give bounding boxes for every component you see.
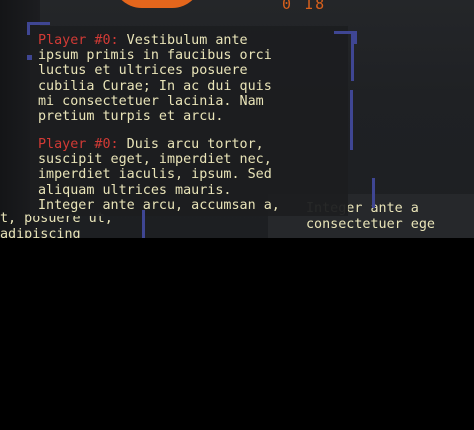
frame-corner-top-left [27,22,50,35]
orange-sprite [112,0,202,8]
background-chat-line: adipiscing [0,227,81,238]
message-line: cubilia Curae; In ac dui quis [38,78,272,94]
background-chat-line: consectetuer ege [306,217,435,232]
message-line: Integer ante arcu, accumsan a, [38,197,280,213]
frame-marker [27,55,32,60]
frame-edge-right [350,90,353,150]
message-line: mi consectetuer lacinia. Nam [38,93,264,109]
top-glyphs: 0 18 [282,0,327,13]
chat-panel: Player #0: Vestibulum ante ipsum primis … [30,26,348,216]
chat-message: Player #0: Duis arcu tortor, suscipit eg… [30,137,280,213]
speaker-name: Player #0: [38,33,119,48]
frame-edge-right [351,31,354,81]
game-scene: 0 18 Integer ante a consectetuer ege t, … [0,0,474,430]
message-line: ipsum primis in faucibus orci [38,48,272,64]
frame-edge-bottom [372,178,375,208]
message-line: Vestibulum ante [118,33,248,48]
message-line: imperdiet iaculis, ipsum. Sed [38,167,272,183]
blank-region [0,238,474,430]
message-line: luctus et ultrices posuere [38,63,248,79]
game-viewport: 0 18 Integer ante a consectetuer ege t, … [0,0,474,238]
message-line: Duis arcu tortor, [118,137,264,152]
speaker-name: Player #0: [38,137,119,152]
frame-edge-bottom [142,210,145,238]
message-line: suscipit eget, imperdiet nec, [38,152,272,168]
message-line: aliquam ultrices mauris. [38,182,232,198]
message-line: pretium turpis et arcu. [38,109,224,125]
chat-message: Player #0: Vestibulum ante ipsum primis … [30,33,272,124]
